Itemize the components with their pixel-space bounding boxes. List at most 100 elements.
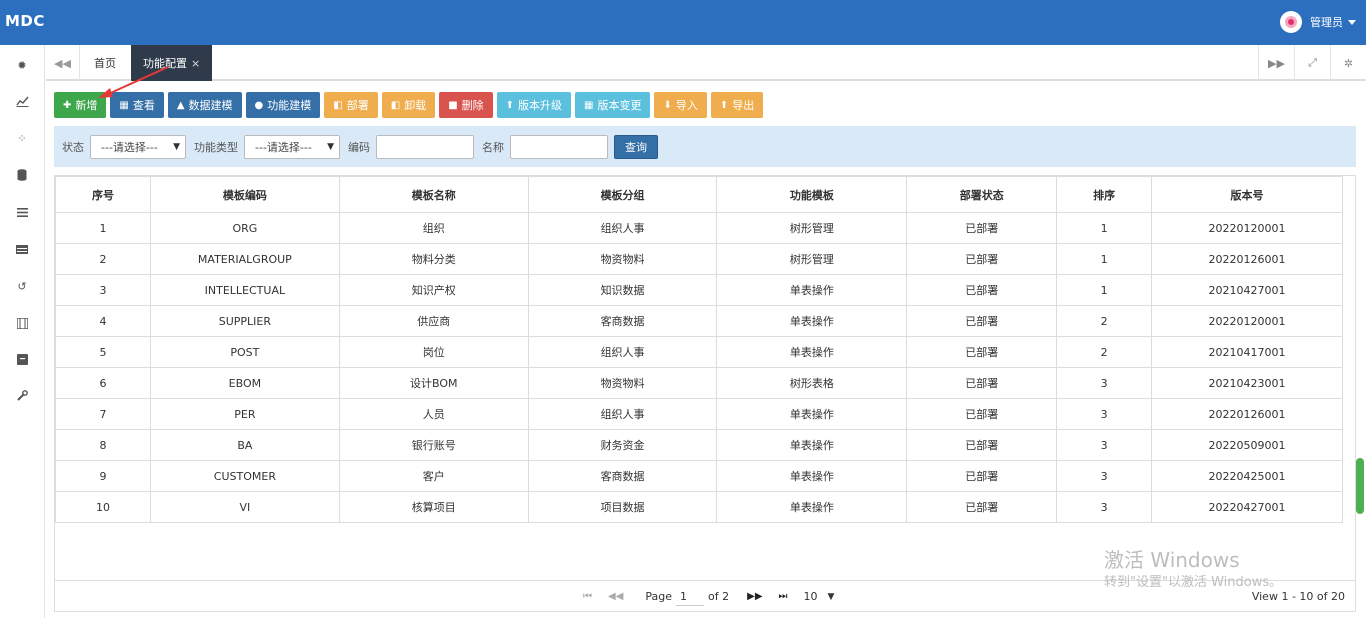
table-cell: 1 (55, 212, 151, 244)
table-cell: 已部署 (906, 274, 1058, 306)
sidebar: ✹ ⁘ ↺ (0, 45, 45, 618)
table-cell: 20220427001 (1151, 491, 1343, 523)
delete-button[interactable]: ■ 删除 (439, 92, 493, 118)
scrollbar[interactable] (1356, 458, 1364, 514)
prev-page-icon[interactable]: ◀◀ (608, 591, 623, 602)
database-icon[interactable] (14, 167, 30, 183)
table-row[interactable]: 9 CUSTOMER 客户 客商数据 单表操作 已部署 3 20220425001 (55, 460, 1343, 492)
upgrade-button[interactable]: ⬆ 版本升级 (496, 92, 572, 118)
archive-icon[interactable] (14, 351, 30, 367)
table-row[interactable]: 8 BA 银行账号 财务资金 单表操作 已部署 3 20220509001 (55, 429, 1343, 461)
next-page-icon[interactable]: ▶▶ (747, 591, 762, 602)
table-cell: 10 (55, 491, 151, 523)
page-of: of 2 (708, 590, 730, 603)
page-input[interactable]: 1 (676, 588, 705, 606)
tab-next-icon[interactable]: ▶▶ (1258, 45, 1294, 81)
page-size-select[interactable]: 10 ▼ (804, 590, 835, 603)
table-cell: 人员 (338, 398, 529, 430)
table-cell: 3 (1056, 367, 1153, 399)
table-row[interactable]: 5 POST 岗位 组织人事 单表操作 已部署 2 20210417001 (55, 336, 1343, 368)
table-cell: 单表操作 (716, 491, 908, 523)
table-row[interactable]: 6 EBOM 设计BOM 物资物料 树形表格 已部署 3 20210423001 (55, 367, 1343, 399)
table-cell: 客商数据 (527, 460, 718, 492)
table-cell: 已部署 (906, 243, 1058, 275)
undeploy-icon: ◧ (390, 99, 401, 111)
grid-icon: ▦ (119, 99, 129, 111)
chevron-down-icon: ▼ (827, 591, 835, 602)
table-cell: 3 (1056, 429, 1153, 461)
table-icon[interactable] (14, 241, 30, 257)
col-header[interactable]: 序号 (55, 176, 151, 213)
first-page-icon[interactable]: ⏮ (583, 591, 592, 602)
table-cell: 20220509001 (1151, 429, 1343, 461)
table-cell: 设计BOM (338, 367, 529, 399)
dashboard-icon[interactable]: ✹ (14, 57, 30, 73)
status-select[interactable]: ---请选择--- ▼ (90, 134, 186, 159)
table-row[interactable]: 1 ORG 组织 组织人事 树形管理 已部署 1 20220120001 (55, 212, 1343, 244)
import-button[interactable]: ⬇ 导入 (654, 92, 707, 118)
func-model-button[interactable]: ● 功能建模 (245, 92, 321, 118)
film-icon[interactable] (14, 315, 30, 331)
table-cell: 9 (55, 460, 151, 492)
table-cell: 组织 (338, 212, 529, 244)
list-icon[interactable] (14, 204, 30, 220)
chart-icon[interactable] (14, 93, 30, 109)
table-row[interactable]: 2 MATERIALGROUP 物料分类 物资物料 树形管理 已部署 1 2022012600… (55, 243, 1343, 275)
table-cell: 单表操作 (716, 305, 908, 337)
table-cell: 知识产权 (338, 274, 529, 306)
table-row[interactable]: 4 SUPPLIER 供应商 客商数据 单表操作 已部署 2 20220120001 (55, 305, 1343, 337)
undeploy-button[interactable]: ◧ 卸载 (381, 92, 436, 118)
app-logo: MDC (5, 12, 45, 30)
fullscreen-icon[interactable]: ⤢ (1294, 45, 1330, 81)
gear-icon[interactable]: ✲ (1330, 45, 1366, 81)
tab-prev-icon[interactable]: ◀◀ (46, 45, 80, 81)
table-row[interactable]: 7 PER 人员 组织人事 单表操作 已部署 3 20220126001 (55, 398, 1343, 430)
table-cell: 树形管理 (716, 243, 908, 275)
table-cell: 财务资金 (527, 429, 718, 461)
history-icon[interactable]: ↺ (14, 278, 30, 294)
close-icon[interactable]: × (191, 57, 200, 70)
col-header[interactable]: 部署状态 (906, 176, 1058, 213)
export-button[interactable]: ⬆ 导出 (710, 92, 764, 118)
wrench-icon[interactable] (14, 388, 30, 404)
code-input[interactable] (376, 134, 474, 159)
table-cell: 1 (1056, 274, 1153, 306)
deploy-button[interactable]: ◧ 部署 (324, 92, 378, 118)
import-icon: ⬇ (663, 99, 672, 111)
user-menu[interactable]: 管理员 (1280, 11, 1356, 33)
table-cell: CUSTOMER (149, 460, 340, 492)
table-cell: 组织人事 (527, 398, 718, 430)
table-cell: 2 (55, 243, 151, 275)
grid-icon: ▦ (584, 99, 594, 111)
table-cell: 20220120001 (1151, 305, 1343, 337)
table-cell: 20220120001 (1151, 212, 1343, 244)
avatar[interactable] (1280, 11, 1302, 33)
table-row[interactable]: 3 INTELLECTUAL 知识产权 知识数据 单表操作 已部署 1 20210427001 (55, 274, 1343, 306)
type-select[interactable]: ---请选择--- ▼ (244, 134, 340, 159)
col-header[interactable]: 模板分组 (527, 176, 718, 213)
table-cell: 已部署 (906, 305, 1058, 337)
table-cell: ORG (149, 212, 340, 244)
chevron-down-icon[interactable] (1348, 19, 1356, 25)
user-name[interactable]: 管理员 (1310, 14, 1343, 30)
table-row[interactable]: 10 VI 核算项目 项目数据 单表操作 已部署 3 20220427001 (55, 491, 1343, 523)
table-header: 序号 模板编码 模板名称 模板分组 功能模板 部署状态 排序 版本号 (55, 176, 1343, 213)
col-header[interactable]: 排序 (1056, 176, 1153, 213)
query-button[interactable]: 查询 (614, 134, 658, 159)
table-cell: 银行账号 (338, 429, 529, 461)
col-header[interactable]: 模板编码 (149, 176, 340, 213)
name-input[interactable] (510, 134, 608, 159)
col-header[interactable]: 模板名称 (338, 176, 529, 213)
table-cell: 单表操作 (716, 274, 908, 306)
last-page-icon[interactable]: ⏭ (779, 591, 788, 602)
col-header[interactable]: 功能模板 (716, 176, 908, 213)
table-cell: SUPPLIER (149, 305, 340, 337)
table-cell: 组织人事 (527, 212, 718, 244)
col-header[interactable]: 版本号 (1151, 176, 1343, 213)
table-cell: 树形表格 (716, 367, 908, 399)
name-label: 名称 (482, 140, 504, 154)
table-cell: 单表操作 (716, 460, 908, 492)
table-cell: EBOM (149, 367, 340, 399)
change-button[interactable]: ▦ 版本变更 (575, 92, 651, 118)
loading-icon[interactable]: ⁘ (14, 130, 30, 146)
